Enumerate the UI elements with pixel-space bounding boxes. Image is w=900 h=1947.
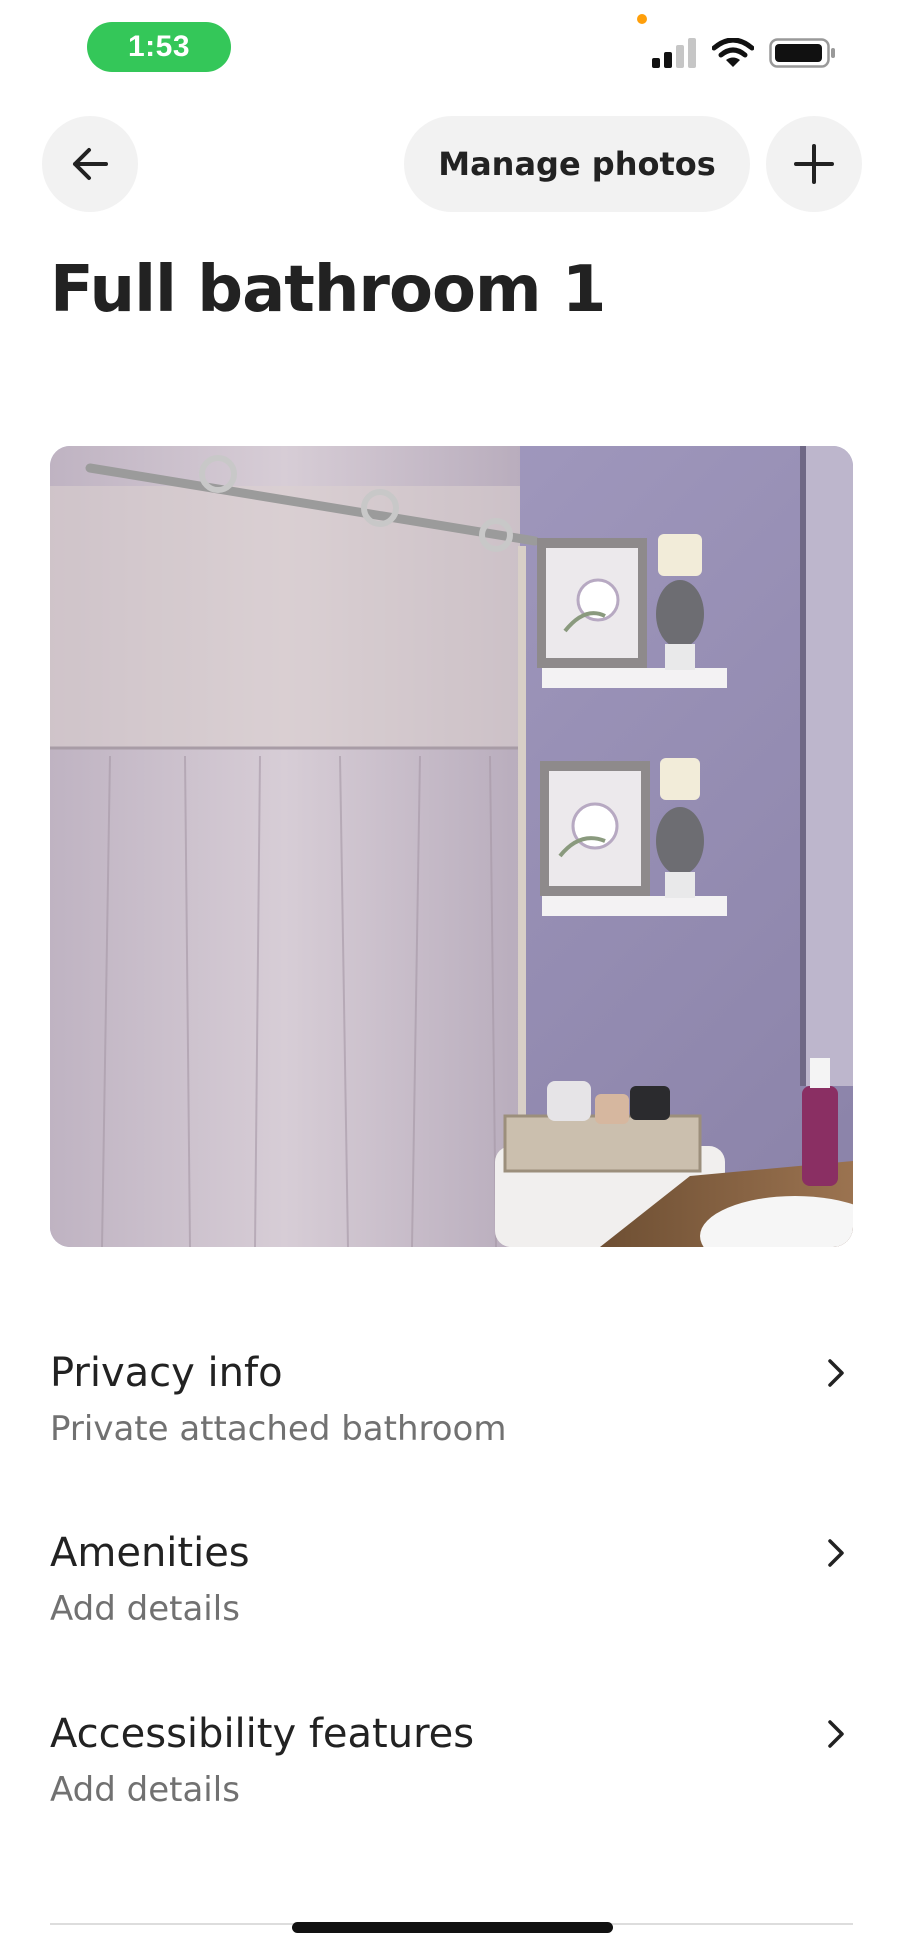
row-subtitle: Private attached bathroom bbox=[50, 1409, 507, 1449]
row-subtitle: Add details bbox=[50, 1589, 240, 1629]
accessibility-features-row[interactable]: Accessibility features Add details bbox=[50, 1710, 853, 1860]
arrow-left-icon bbox=[73, 148, 108, 180]
signal-icon bbox=[652, 38, 696, 68]
battery-icon bbox=[769, 38, 835, 68]
plus-icon bbox=[794, 144, 834, 184]
bathroom-photo-illustration bbox=[50, 446, 853, 1247]
room-photo[interactable] bbox=[50, 446, 853, 1247]
page-title: Full bathroom 1 bbox=[50, 253, 606, 327]
privacy-info-row[interactable]: Privacy info Private attached bathroom bbox=[50, 1349, 853, 1499]
row-subtitle: Add details bbox=[50, 1770, 240, 1810]
privacy-indicator-dot bbox=[637, 14, 647, 24]
add-photo-button[interactable] bbox=[766, 116, 862, 212]
chevron-right-icon bbox=[828, 1539, 844, 1567]
row-title: Accessibility features bbox=[50, 1711, 475, 1757]
amenities-row[interactable]: Amenities Add details bbox=[50, 1529, 853, 1679]
row-title: Privacy info bbox=[50, 1350, 283, 1396]
chevron-right-icon bbox=[828, 1359, 844, 1387]
chevron-right-icon bbox=[828, 1720, 844, 1748]
manage-photos-button[interactable]: Manage photos bbox=[404, 116, 750, 212]
row-title: Amenities bbox=[50, 1530, 250, 1576]
status-bar: 1:53 bbox=[0, 0, 900, 100]
home-indicator[interactable] bbox=[292, 1922, 613, 1933]
wifi-icon bbox=[712, 38, 754, 67]
back-button[interactable] bbox=[42, 116, 138, 212]
status-time[interactable]: 1:53 bbox=[87, 22, 231, 72]
